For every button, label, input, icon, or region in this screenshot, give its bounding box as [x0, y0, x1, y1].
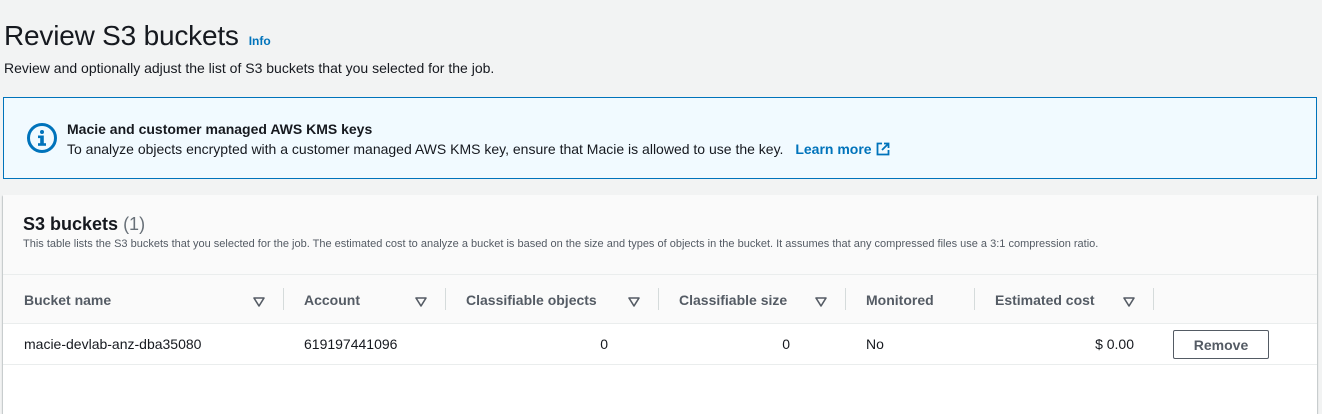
table-row: macie-devlab-anz-dba35080 619197441096 0…: [3, 324, 1317, 365]
column-header-account[interactable]: Account: [304, 275, 360, 324]
column-divider: [1153, 288, 1154, 310]
table-title-text: S3 buckets: [23, 214, 119, 234]
cell-monitored: No: [866, 336, 884, 352]
remove-button[interactable]: Remove: [1173, 330, 1269, 359]
column-label[interactable]: Classifiable objects: [466, 292, 597, 308]
column-label[interactable]: Classifiable size: [679, 292, 787, 308]
sort-caret-icon[interactable]: [815, 294, 827, 307]
info-circle-icon: [26, 122, 58, 154]
cell-classifiable-objects: 0: [600, 336, 608, 352]
alert-message: To analyze objects encrypted with a cust…: [67, 141, 784, 157]
cell-account: 619197441096: [304, 336, 398, 352]
page-header: Review S3 buckets Info Review and option…: [4, 20, 494, 76]
cell-bucket-name: macie-devlab-anz-dba35080: [24, 336, 202, 352]
column-header-classifiable-size[interactable]: Classifiable size: [679, 275, 787, 324]
external-link-icon[interactable]: [876, 141, 890, 156]
column-header-monitored: Monitored: [866, 275, 934, 324]
info-alert: Macie and customer managed AWS KMS keys …: [3, 97, 1317, 179]
column-header-bucket-name[interactable]: Bucket name: [24, 275, 111, 324]
learn-more-link[interactable]: Learn more: [795, 141, 889, 157]
sort-caret-icon[interactable]: [1123, 294, 1135, 307]
page-title: Review S3 buckets: [4, 20, 239, 51]
s3-buckets-table: S3 buckets (1) This table lists the S3 b…: [3, 195, 1317, 414]
sort-caret-icon[interactable]: [253, 294, 265, 307]
column-divider: [845, 288, 846, 310]
column-divider: [974, 288, 975, 310]
table-header: S3 buckets (1) This table lists the S3 b…: [3, 195, 1317, 275]
column-label[interactable]: Account: [304, 292, 360, 308]
cell-estimated-cost: $ 0.00: [1095, 336, 1134, 352]
table-column-headers: Bucket name Account Classifiable objects…: [3, 275, 1317, 324]
table-title: S3 buckets (1): [23, 214, 145, 235]
sort-caret-icon[interactable]: [628, 294, 640, 307]
alert-title: Macie and customer managed AWS KMS keys: [67, 121, 373, 137]
cell-classifiable-size: 0: [782, 336, 790, 352]
alert-body: Macie and customer managed AWS KMS keys …: [67, 119, 890, 159]
sort-caret-icon[interactable]: [415, 294, 427, 307]
column-label[interactable]: Estimated cost: [995, 292, 1095, 308]
info-link[interactable]: Info: [249, 34, 271, 48]
title-row: Review S3 buckets Info: [4, 20, 494, 52]
table-count: (1): [123, 214, 146, 234]
table-description: This table lists the S3 buckets that you…: [23, 238, 1099, 250]
column-divider: [445, 288, 446, 310]
column-divider: [283, 288, 284, 310]
column-header-classifiable-objects[interactable]: Classifiable objects: [466, 275, 597, 324]
column-label: Monitored: [866, 291, 934, 308]
column-divider: [658, 288, 659, 310]
column-label[interactable]: Bucket name: [24, 292, 111, 308]
page-description: Review and optionally adjust the list of…: [4, 60, 495, 76]
column-header-estimated-cost[interactable]: Estimated cost: [995, 275, 1095, 324]
learn-more-label[interactable]: Learn more: [795, 141, 871, 157]
alert-text: To analyze objects encrypted with a cust…: [67, 139, 890, 159]
